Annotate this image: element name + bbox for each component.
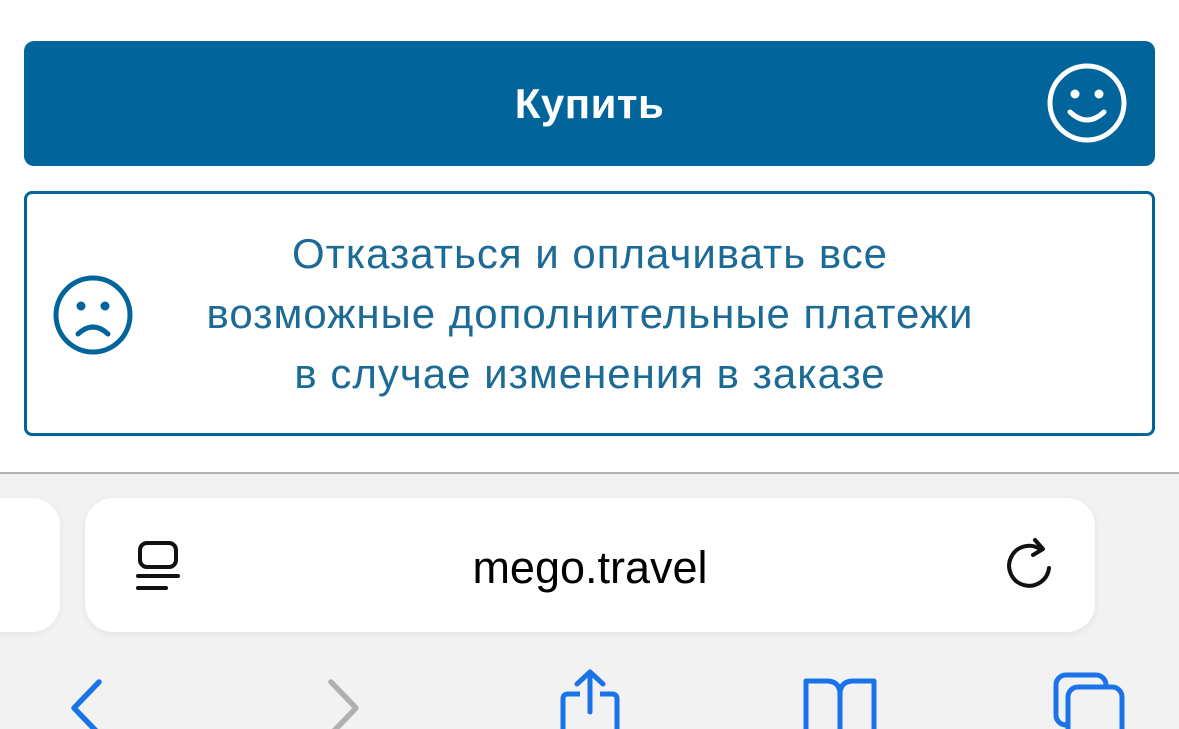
share-icon[interactable] — [556, 668, 624, 729]
tabs-icon[interactable] — [1050, 668, 1130, 729]
bookmarks-icon[interactable] — [800, 668, 880, 729]
sad-face-icon — [53, 275, 133, 355]
decline-text-line: Отказаться и оплачивать все — [291, 230, 889, 277]
decline-option-text: Отказаться и оплачивать все возможные до… — [140, 224, 1040, 404]
previous-tab-card[interactable] — [0, 498, 60, 632]
reload-icon[interactable] — [1000, 536, 1058, 596]
url-text[interactable]: mego.travel — [300, 538, 880, 598]
forward-chevron-icon[interactable] — [324, 668, 364, 729]
decline-text-line: возможные дополнительные платежи — [206, 290, 974, 337]
reader-mode-icon[interactable] — [134, 538, 186, 594]
back-chevron-icon[interactable] — [66, 668, 106, 729]
decline-text-line: в случае изменения в заказе — [294, 350, 886, 397]
smile-icon — [1047, 63, 1127, 143]
buy-button[interactable]: Купить — [24, 41, 1155, 166]
buy-button-label: Купить — [514, 79, 665, 127]
